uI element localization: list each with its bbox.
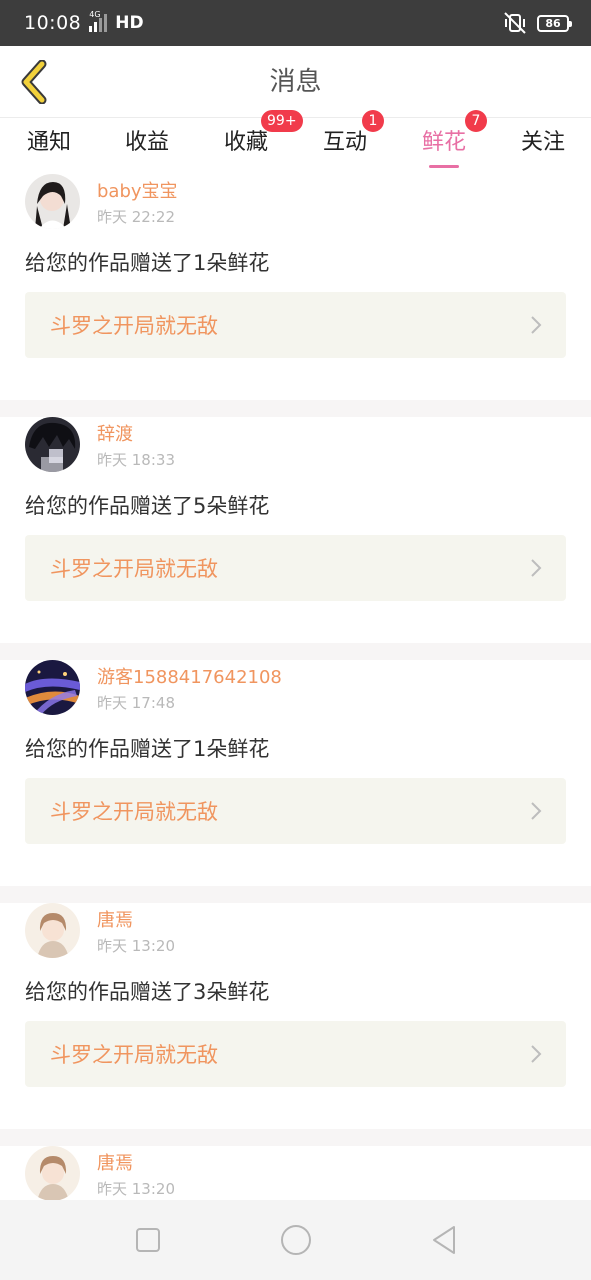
tab-bar: 通知 收益 收藏 99+ 互动 1 鲜花 7 关注 <box>0 110 591 174</box>
avatar[interactable] <box>25 1146 80 1201</box>
card-separator <box>0 643 591 660</box>
message-text: 给您的作品赠送了3朵鲜花 <box>25 980 270 1004</box>
tab-badge: 7 <box>465 110 487 132</box>
message-text: 给您的作品赠送了1朵鲜花 <box>25 251 270 275</box>
message-card: 唐焉 昨天 13:20 给您的作品赠送了3朵鲜花 斗罗之开局就无敌 <box>0 903 591 1129</box>
signal-icon: 4G <box>89 10 108 32</box>
status-bar: 10:08 4G HD 86 <box>0 0 591 46</box>
message-card: baby宝宝 昨天 22:22 给您的作品赠送了1朵鲜花 斗罗之开局就无敌 <box>0 174 591 400</box>
tab-badge: 1 <box>362 110 384 132</box>
hd-indicator: HD <box>115 13 144 33</box>
book-link[interactable]: 斗罗之开局就无敌 <box>25 778 566 844</box>
book-link[interactable]: 斗罗之开局就无敌 <box>25 535 566 601</box>
book-title: 斗罗之开局就无敌 <box>50 557 218 581</box>
tab-following[interactable]: 关注 <box>494 118 591 174</box>
avatar[interactable] <box>25 174 80 229</box>
timestamp: 昨天 22:22 <box>97 208 175 226</box>
username[interactable]: baby宝宝 <box>97 177 178 203</box>
username[interactable]: 唐焉 <box>97 906 133 932</box>
timestamp: 昨天 13:20 <box>97 937 175 955</box>
circle-icon <box>280 1225 311 1255</box>
tab-label: 鲜花 <box>421 130 466 155</box>
avatar[interactable] <box>25 417 80 472</box>
chevron-right-icon <box>531 316 542 334</box>
tab-interactions[interactable]: 互动 1 <box>296 110 394 174</box>
battery-level: 86 <box>545 16 561 30</box>
tab-label: 互动 <box>322 130 367 155</box>
status-right: 86 <box>503 12 572 34</box>
tab-favorites[interactable]: 收藏 99+ <box>197 110 303 174</box>
active-tab-indicator <box>429 165 459 168</box>
message-text: 给您的作品赠送了1朵鲜花 <box>25 737 270 761</box>
triangle-back-icon <box>432 1226 455 1254</box>
chevron-right-icon <box>531 559 542 577</box>
back-nav-button[interactable] <box>420 1216 468 1264</box>
status-time: 10:08 <box>24 12 82 34</box>
chevron-right-icon <box>531 1045 542 1063</box>
message-text: 给您的作品赠送了5朵鲜花 <box>25 494 270 518</box>
tab-label: 关注 <box>520 130 565 155</box>
avatar[interactable] <box>25 660 80 715</box>
book-link[interactable]: 斗罗之开局就无敌 <box>25 1021 566 1087</box>
tab-notifications[interactable]: 通知 <box>0 118 98 174</box>
home-button[interactable] <box>272 1216 320 1264</box>
username[interactable]: 唐焉 <box>97 1149 133 1175</box>
tab-label: 收藏 <box>223 130 268 155</box>
tab-earnings[interactable]: 收益 <box>98 118 196 174</box>
status-left: 10:08 4G HD <box>24 10 144 34</box>
book-title: 斗罗之开局就无敌 <box>50 800 218 824</box>
avatar[interactable] <box>25 903 80 958</box>
recent-apps-button[interactable] <box>124 1216 172 1264</box>
timestamp: 昨天 18:33 <box>97 451 175 469</box>
header: 消息 <box>0 46 591 118</box>
message-card: 游客1588417642108 昨天 17:48 给您的作品赠送了1朵鲜花 斗罗… <box>0 660 591 886</box>
vibrate-mute-icon <box>504 12 526 34</box>
book-title: 斗罗之开局就无敌 <box>50 1043 218 1067</box>
card-separator <box>0 886 591 903</box>
battery-icon: 86 <box>537 14 572 32</box>
timestamp: 昨天 13:20 <box>97 1180 175 1198</box>
card-separator <box>0 400 591 417</box>
timestamp: 昨天 17:48 <box>97 694 175 712</box>
message-list: baby宝宝 昨天 22:22 给您的作品赠送了1朵鲜花 斗罗之开局就无敌 辞渡… <box>0 174 591 1226</box>
book-link[interactable]: 斗罗之开局就无敌 <box>25 292 566 358</box>
book-title: 斗罗之开局就无敌 <box>50 314 218 338</box>
username[interactable]: 游客1588417642108 <box>97 663 282 689</box>
chevron-right-icon <box>531 802 542 820</box>
network-type: 4G <box>89 10 101 19</box>
tab-label: 通知 <box>26 130 71 155</box>
system-nav-bar <box>0 1200 591 1280</box>
message-card: 辞渡 昨天 18:33 给您的作品赠送了5朵鲜花 斗罗之开局就无敌 <box>0 417 591 643</box>
page-title: 消息 <box>269 67 322 97</box>
square-icon <box>135 1228 160 1252</box>
username[interactable]: 辞渡 <box>97 420 133 446</box>
card-separator <box>0 1129 591 1146</box>
tab-label: 收益 <box>124 130 169 155</box>
tab-flowers[interactable]: 鲜花 7 <box>395 110 493 174</box>
